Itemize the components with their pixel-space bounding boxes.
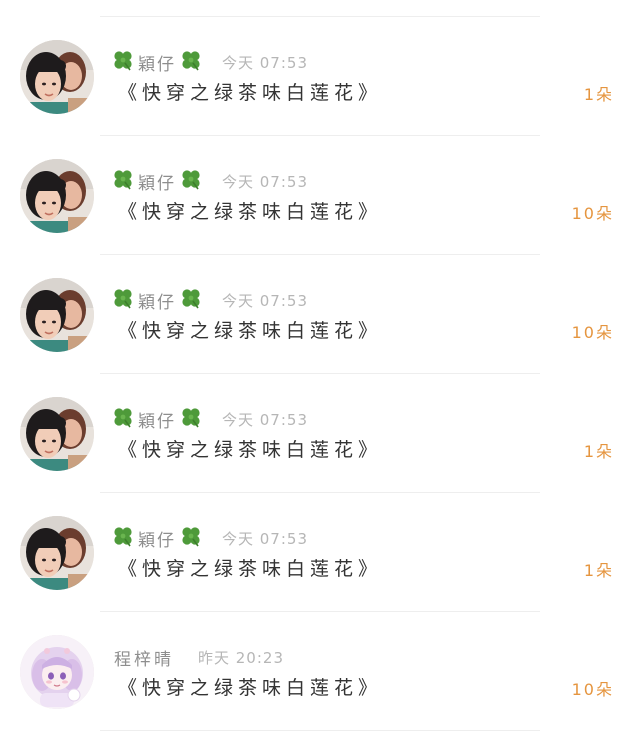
clover-icon (180, 406, 202, 432)
gift-count: 1朵 (583, 561, 614, 580)
item-meta: 穎仔 今天 07:53 (112, 168, 308, 194)
username[interactable]: 程梓晴 (114, 645, 174, 670)
gift-count: 10朵 (571, 204, 614, 223)
clover-icon (180, 168, 202, 194)
anime-avatar-icon[interactable] (20, 635, 94, 709)
username[interactable]: 穎仔 (138, 50, 176, 75)
gift-count: 1朵 (583, 442, 614, 461)
clover-icon (112, 287, 134, 313)
item-meta: 穎仔 今天 07:53 (112, 525, 308, 551)
list-item[interactable]: 穎仔 今天 07:53 《快穿之绿茶味白莲花》 10朵 (0, 255, 640, 374)
book-title[interactable]: 《快穿之绿茶味白莲花》 (118, 197, 382, 224)
gift-count: 1朵 (583, 85, 614, 104)
clover-icon (112, 168, 134, 194)
clover-icon (180, 525, 202, 551)
username[interactable]: 穎仔 (138, 407, 176, 432)
book-title[interactable]: 《快穿之绿茶味白莲花》 (118, 78, 382, 105)
list-item[interactable]: 程梓晴 昨天 20:23 《快穿之绿茶味白莲花》 10朵 (0, 612, 640, 731)
username[interactable]: 穎仔 (138, 288, 176, 313)
gift-count: 10朵 (571, 680, 614, 699)
list-item[interactable]: 穎仔 今天 07:53 《快穿之绿茶味白莲花》 1朵 (0, 493, 640, 612)
list-item[interactable]: 穎仔 今天 07:53 《快穿之绿茶味白莲花》 1朵 (0, 374, 640, 493)
clover-icon (180, 287, 202, 313)
gift-list: 穎仔 今天 07:53 《快穿之绿茶味白莲花》 1朵 穎仔 今天 07:53 《… (0, 17, 640, 731)
clover-icon (180, 49, 202, 75)
timestamp: 昨天 20:23 (198, 648, 284, 667)
user-photo-icon[interactable] (20, 159, 94, 233)
item-meta: 穎仔 今天 07:53 (112, 287, 308, 313)
timestamp: 今天 07:53 (222, 291, 308, 310)
list-item[interactable]: 穎仔 今天 07:53 《快穿之绿茶味白莲花》 10朵 (0, 136, 640, 255)
username[interactable]: 穎仔 (138, 526, 176, 551)
list-item[interactable]: 穎仔 今天 07:53 《快穿之绿茶味白莲花》 1朵 (0, 17, 640, 136)
user-photo-icon[interactable] (20, 40, 94, 114)
book-title[interactable]: 《快穿之绿茶味白莲花》 (118, 435, 382, 462)
item-meta: 穎仔 今天 07:53 (112, 49, 308, 75)
timestamp: 今天 07:53 (222, 53, 308, 72)
book-title[interactable]: 《快穿之绿茶味白莲花》 (118, 316, 382, 343)
timestamp: 今天 07:53 (222, 172, 308, 191)
clover-icon (112, 525, 134, 551)
book-title[interactable]: 《快穿之绿茶味白莲花》 (118, 554, 382, 581)
gift-count: 10朵 (571, 323, 614, 342)
user-photo-icon[interactable] (20, 397, 94, 471)
clover-icon (112, 49, 134, 75)
user-photo-icon[interactable] (20, 516, 94, 590)
user-photo-icon[interactable] (20, 278, 94, 352)
item-meta: 程梓晴 昨天 20:23 (112, 644, 284, 670)
clover-icon (112, 406, 134, 432)
timestamp: 今天 07:53 (222, 410, 308, 429)
username[interactable]: 穎仔 (138, 169, 176, 194)
timestamp: 今天 07:53 (222, 529, 308, 548)
item-meta: 穎仔 今天 07:53 (112, 406, 308, 432)
book-title[interactable]: 《快穿之绿茶味白莲花》 (118, 673, 382, 700)
